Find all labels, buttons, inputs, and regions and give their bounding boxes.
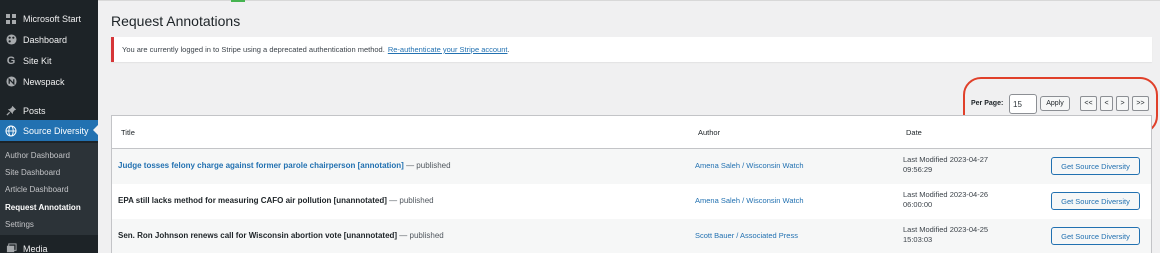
submenu-item-request-annotation[interactable]: Request Annotation — [5, 203, 81, 212]
notice-period: . — [507, 45, 510, 54]
sidebar-item-dashboard[interactable]: Dashboard — [0, 29, 98, 50]
pin-icon — [4, 104, 18, 118]
row-title-cell: EPA still lacks method for measuring CAF… — [118, 196, 434, 205]
row-author-link[interactable]: Scott Bauer / Associated Press — [695, 231, 798, 240]
table-row: EPA still lacks method for measuring CAF… — [112, 184, 1151, 219]
top-edge-accent — [231, 0, 245, 2]
row-status: — published — [386, 196, 434, 205]
sidebar-item-label: Media — [23, 243, 48, 253]
row-date: Last Modified 2023-04-26 06:00:00 — [903, 190, 1013, 210]
submenu-item-site-dashboard[interactable]: Site Dashboard — [5, 168, 60, 177]
sidebar-item-newspack[interactable]: Newspack — [0, 71, 98, 92]
row-title-cell: Sen. Ron Johnson renews call for Wiscons… — [118, 231, 444, 240]
row-title-link[interactable]: Judge tosses felony charge against forme… — [118, 161, 404, 170]
sidebar-item-posts[interactable]: Posts — [0, 100, 98, 121]
apply-button[interactable]: Apply — [1040, 96, 1070, 111]
top-edge — [0, 0, 1160, 2]
first-page-button[interactable]: << — [1080, 96, 1097, 111]
row-date-line2: 15:03:03 — [903, 235, 933, 244]
per-page-label: Per Page: — [971, 100, 1004, 107]
row-date-line1: Last Modified 2023-04-26 — [903, 190, 989, 199]
column-header-date[interactable]: Date — [906, 128, 922, 137]
submenu-item-settings[interactable]: Settings — [5, 220, 34, 229]
sidebar-item-label: Dashboard — [23, 34, 68, 45]
page-title: Request Annotations — [111, 13, 241, 29]
sidebar-item-label: Site Kit — [23, 55, 52, 66]
sidebar-item-label: Posts — [23, 105, 46, 116]
row-date-line1: Last Modified 2023-04-25 — [903, 225, 989, 234]
reauthenticate-link[interactable]: Re-authenticate your Stripe account — [388, 45, 508, 54]
sidebar-item-source-diversity[interactable]: Source Diversity — [0, 120, 98, 141]
sidebar-item-site-kit[interactable]: G Site Kit — [0, 50, 98, 71]
get-source-diversity-button[interactable]: Get Source Diversity — [1051, 157, 1140, 175]
row-status: — published — [397, 231, 444, 240]
row-date-line1: Last Modified 2023-04-27 — [903, 155, 989, 164]
row-author-link[interactable]: Amena Saleh / Wisconsin Watch — [695, 161, 804, 170]
notice-text: You are currently logged in to Stripe us… — [122, 45, 385, 54]
last-page-button[interactable]: >> — [1132, 96, 1149, 111]
sidebar-item-media[interactable]: Media — [0, 238, 98, 253]
row-title-cell: Judge tosses felony charge against forme… — [118, 161, 451, 170]
sidebar-submenu: Author Dashboard Site Dashboard Article … — [0, 143, 98, 235]
sidebar-item-label: Newspack — [23, 76, 65, 87]
row-date-line2: 06:00:00 — [903, 200, 933, 209]
row-date: Last Modified 2023-04-25 15:03:03 — [903, 225, 1013, 245]
sidebar-item-label: Source Diversity — [23, 125, 89, 136]
per-page-input[interactable] — [1009, 94, 1037, 114]
newspack-icon — [4, 75, 18, 89]
column-header-title[interactable]: Title — [121, 128, 135, 137]
table-row: Sen. Ron Johnson renews call for Wiscons… — [112, 219, 1151, 253]
get-source-diversity-button[interactable]: Get Source Diversity — [1051, 192, 1140, 210]
grid-icon — [4, 12, 18, 26]
sidebar-item-label: Microsoft Start — [23, 13, 82, 24]
get-source-diversity-button[interactable]: Get Source Diversity — [1051, 227, 1140, 245]
globe-icon — [4, 124, 18, 138]
submenu-item-article-dashboard[interactable]: Article Dashboard — [5, 185, 69, 194]
sidebar-item-microsoft-start[interactable]: Microsoft Start — [0, 8, 98, 29]
google-g-icon: G — [6, 54, 16, 67]
media-icon — [4, 242, 18, 253]
row-status: — published — [403, 161, 451, 170]
prev-page-button[interactable]: < — [1100, 96, 1113, 111]
row-author-link[interactable]: Amena Saleh / Wisconsin Watch — [695, 196, 804, 205]
row-date: Last Modified 2023-04-27 09:56:29 — [903, 155, 1013, 175]
row-title-text[interactable]: EPA still lacks method for measuring CAF… — [118, 196, 387, 205]
row-title-text[interactable]: Sen. Ron Johnson renews call for Wiscons… — [118, 231, 397, 240]
row-date-line2: 09:56:29 — [903, 165, 933, 174]
next-page-button[interactable]: > — [1116, 96, 1129, 111]
palette-icon — [4, 33, 18, 47]
stripe-error-notice: You are currently logged in to Stripe us… — [111, 37, 1152, 62]
admin-sidebar: Microsoft Start Dashboard G Site Kit New… — [0, 0, 98, 253]
table-row: Judge tosses felony charge against forme… — [112, 149, 1151, 184]
column-header-author[interactable]: Author — [698, 128, 720, 137]
submenu-item-author-dashboard[interactable]: Author Dashboard — [5, 151, 70, 160]
